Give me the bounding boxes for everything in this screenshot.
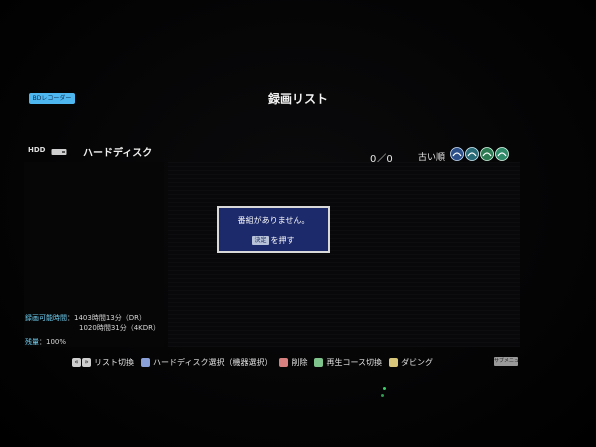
recordable-time-label: 録画可能時間: [25, 314, 67, 322]
indicator-led: [383, 387, 386, 390]
page-title: 録画リスト: [267, 92, 328, 106]
drive-name[interactable]: ハードディスク: [83, 144, 152, 159]
red-key-icon: [279, 357, 289, 367]
enter-key-label[interactable]: 決定: [252, 236, 269, 245]
submenu-button[interactable]: サブメニュー: [494, 357, 518, 366]
delete-label: 削除: [291, 357, 308, 367]
indicator-led: [381, 394, 384, 397]
footer-list-switch[interactable]: «» リスト切換: [72, 357, 134, 368]
footer-delete[interactable]: 削除: [279, 357, 307, 368]
footer-hdd-select[interactable]: ハードディスク選択（機器選択）: [141, 357, 272, 368]
dialog-hint-text: を押す: [270, 236, 295, 245]
playback-course-label: 再生コース切換: [326, 357, 383, 367]
footer-playback-course[interactable]: 再生コース切換: [314, 357, 382, 368]
recordable-time: 録画可能時間：1403時間13分（DR） 1020時間31分（4KDR）: [25, 313, 160, 333]
genre-icon[interactable]: [495, 147, 509, 161]
tv-screen: BDレコーダー 録画リスト HDD ハードディスク 0／0 古い順 番組がありま…: [0, 0, 596, 447]
hdd-select-label: ハードディスク選択（機器選択）: [153, 357, 273, 367]
green-key-icon: [314, 357, 324, 367]
recording-list[interactable]: [168, 162, 520, 347]
remaining-capacity: 残量：100%: [25, 337, 66, 347]
yellow-key-icon: [389, 357, 399, 367]
drive-type-label: HDD: [28, 146, 46, 154]
genre-icon[interactable]: [450, 147, 464, 161]
genre-icon[interactable]: [480, 147, 494, 161]
dialog-message: 番組がありません。: [237, 216, 310, 225]
footer-dubbing[interactable]: ダビング: [389, 357, 433, 368]
remaining-value: ：100%: [39, 338, 67, 346]
remaining-label: 残量: [25, 338, 39, 346]
left-right-keys-icon: «»: [72, 357, 92, 367]
list-switch-label: リスト切換: [94, 357, 134, 367]
recordable-time-dr: ：1403時間13分（DR）: [67, 314, 146, 322]
dubbing-label: ダビング: [401, 357, 434, 367]
recordable-time-4kdr: 1020時間31分（4KDR）: [79, 324, 161, 332]
hard-disk-icon: [51, 149, 67, 155]
empty-list-dialog: 番組がありません。 決定 を押す: [217, 206, 330, 253]
genre-icon[interactable]: [465, 147, 479, 161]
footer-guide: «» リスト切換 ハードディスク選択（機器選択） 削除 再生コース切換 ダビング: [72, 355, 440, 369]
blue-key-icon: [141, 357, 150, 367]
genre-icons: [450, 147, 509, 161]
dialog-hint: 決定 を押す: [219, 235, 328, 246]
